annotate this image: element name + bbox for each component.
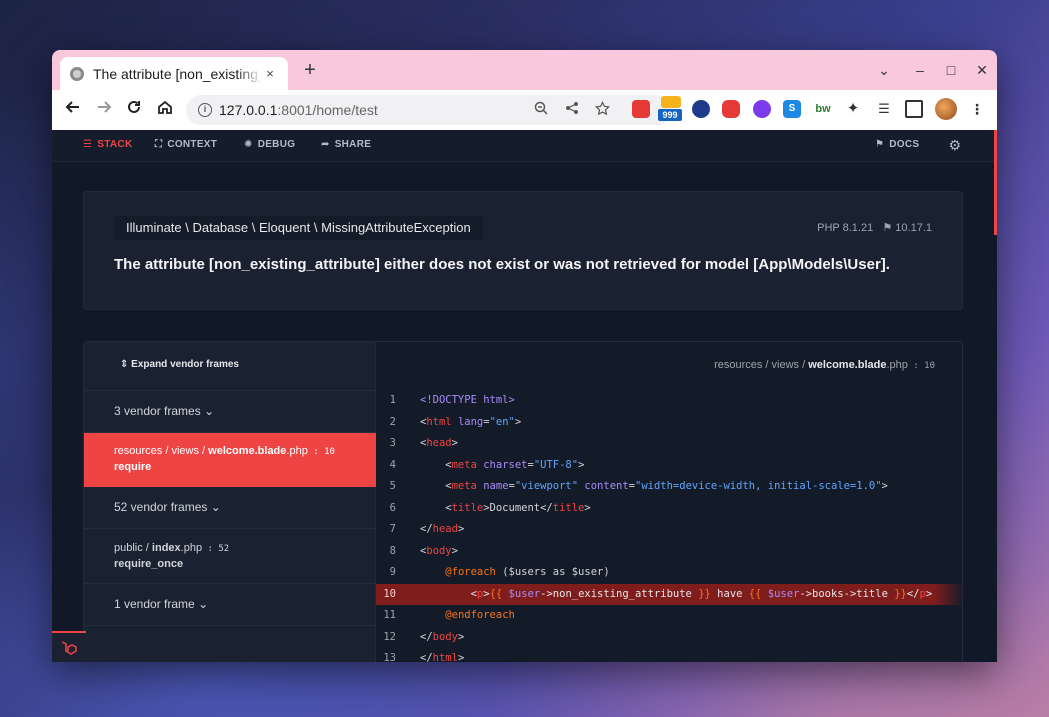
frame-list: ⇕ Expand vendor frames 3 vendor frames ⌄… bbox=[84, 342, 376, 662]
violet-extension-icon[interactable] bbox=[753, 100, 771, 118]
chevron-down-icon: ⌄ bbox=[204, 404, 215, 418]
home-icon[interactable] bbox=[153, 99, 177, 121]
code-line[interactable]: 8 <body> bbox=[376, 541, 962, 563]
highlighted-code-line[interactable]: 10 <p>{{ $user->non_existing_attribute }… bbox=[376, 583, 962, 605]
puzzle-extensions-icon[interactable]: ✦ bbox=[844, 100, 862, 118]
nav-stack[interactable]: ☰ STACK bbox=[83, 139, 132, 150]
bookmark-star-icon[interactable] bbox=[593, 100, 611, 119]
tab-title: The attribute [non_existing_attribute] e… bbox=[93, 65, 262, 82]
tab-search-icon[interactable]: ⌄ bbox=[874, 59, 894, 81]
expand-icon: ⛶ bbox=[155, 139, 163, 150]
tab-strip: The attribute [non_existing_attribute] e… bbox=[52, 50, 997, 90]
code-line[interactable]: 12 </body> bbox=[376, 627, 962, 649]
share-arrow-icon: ➦ bbox=[321, 139, 330, 150]
stack-frame[interactable]: public / index.php : 52 require_once bbox=[84, 529, 376, 584]
active-stack-frame[interactable]: resources / views / welcome.blade.php : … bbox=[84, 433, 376, 487]
reload-icon[interactable] bbox=[122, 99, 146, 121]
chevron-down-icon: ⌄ bbox=[210, 500, 221, 514]
stack-trace: ⇕ Expand vendor frames 3 vendor frames ⌄… bbox=[83, 341, 963, 662]
bw-extension-icon[interactable]: bw bbox=[814, 100, 832, 118]
scrollbar-indicator[interactable] bbox=[994, 130, 997, 235]
laravel-icon: ⚑ bbox=[882, 222, 893, 234]
settings-gear-icon[interactable]: ⚙ bbox=[948, 137, 961, 154]
error-page: ☰ STACK ⛶ CONTEXT ✺ DEBUG ➦ SHARE ⚑ DOCS ⚙ Il… bbox=[52, 130, 997, 662]
s-extension-icon[interactable]: S bbox=[783, 100, 801, 118]
expand-vendor-frames[interactable]: ⇕ Expand vendor frames bbox=[84, 342, 376, 391]
code-line[interactable]: 13 </html> bbox=[376, 648, 962, 662]
back-arrow-icon[interactable] bbox=[61, 99, 85, 121]
browser-tab[interactable]: The attribute [non_existing_attribute] e… bbox=[60, 57, 288, 90]
share-icon[interactable] bbox=[563, 101, 581, 119]
code-file-path[interactable]: resources / views / welcome.blade.php : … bbox=[714, 359, 935, 371]
minimize-icon[interactable]: – bbox=[910, 59, 930, 81]
url-text: 127.0.0.1:8001/home/test bbox=[219, 102, 378, 118]
reading-list-icon[interactable]: ☰ bbox=[875, 100, 893, 118]
globe-icon bbox=[70, 66, 84, 81]
code-line[interactable]: 3 <head> bbox=[376, 433, 962, 455]
vendor-frames-group[interactable]: 3 vendor frames ⌄ bbox=[84, 391, 376, 433]
laravel-logo-icon[interactable] bbox=[52, 631, 86, 662]
browser-toolbar: i 127.0.0.1:8001/home/test 999 S bw ✦ ☰ … bbox=[52, 90, 997, 130]
code-line[interactable]: 7 </head> bbox=[376, 519, 962, 541]
extension-badge: 999 bbox=[658, 109, 682, 121]
code-line[interactable]: 1 <!DOCTYPE html> bbox=[376, 390, 962, 412]
nav-docs[interactable]: ⚑ DOCS bbox=[875, 139, 919, 150]
book-extension-icon[interactable] bbox=[632, 100, 650, 118]
close-window-icon[interactable]: ✕ bbox=[972, 59, 992, 81]
ublock-extension-icon[interactable] bbox=[722, 100, 740, 118]
address-bar[interactable]: i 127.0.0.1:8001/home/test bbox=[186, 95, 672, 125]
code-line[interactable]: 4 <meta charset="UTF-8"> bbox=[376, 455, 962, 477]
bug-icon: ✺ bbox=[244, 139, 253, 150]
code-snippet: resources / views / welcome.blade.php : … bbox=[376, 342, 962, 662]
menu-kebab-icon[interactable]: ⋮ bbox=[968, 100, 986, 118]
exception-class: Illuminate \ Database \ Eloquent \ Missi… bbox=[114, 216, 483, 240]
rss-extension-icon[interactable] bbox=[661, 96, 681, 108]
list-icon: ☰ bbox=[83, 139, 93, 150]
version-info: PHP 8.1.21 ⚑ 10.17.1 bbox=[817, 222, 932, 234]
forward-arrow-icon[interactable] bbox=[92, 99, 116, 121]
chevron-down-icon: ⌄ bbox=[198, 597, 209, 611]
zoom-out-icon[interactable] bbox=[532, 101, 550, 119]
vendor-frames-group[interactable]: 1 vendor frame ⌄ bbox=[84, 584, 376, 626]
new-tab-button[interactable]: + bbox=[299, 59, 321, 81]
exception-message: The attribute [non_existing_attribute] e… bbox=[114, 256, 890, 273]
close-tab-icon[interactable]: × bbox=[262, 66, 278, 81]
side-panel-icon[interactable] bbox=[905, 100, 923, 118]
nav-context[interactable]: ⛶ CONTEXT bbox=[155, 139, 217, 150]
code-line[interactable]: 5 <meta name="viewport" content="width=d… bbox=[376, 476, 962, 498]
code-line[interactable]: 2 <html lang="en"> bbox=[376, 412, 962, 434]
site-info-icon[interactable]: i bbox=[198, 103, 212, 117]
vendor-frames-group[interactable]: 52 vendor frames ⌄ bbox=[84, 487, 376, 529]
laravel-icon: ⚑ bbox=[875, 139, 885, 150]
exception-panel: Illuminate \ Database \ Eloquent \ Missi… bbox=[83, 191, 963, 310]
code-line[interactable]: 6 <title>Document</title> bbox=[376, 498, 962, 520]
nav-debug[interactable]: ✺ DEBUG bbox=[244, 139, 295, 150]
code-lines: 1 <!DOCTYPE html> 2 <html lang="en"> 3 <hea… bbox=[376, 390, 962, 662]
nav-share[interactable]: ➦ SHARE bbox=[321, 139, 371, 150]
maximize-icon[interactable]: □ bbox=[941, 59, 961, 81]
chevron-updown-icon: ⇕ bbox=[120, 359, 129, 370]
top-navigation: ☰ STACK ⛶ CONTEXT ✺ DEBUG ➦ SHARE ⚑ DOCS ⚙ bbox=[52, 130, 997, 162]
profile-avatar[interactable] bbox=[935, 98, 957, 120]
browser-window: The attribute [non_existing_attribute] e… bbox=[52, 50, 997, 662]
circle-extension-icon[interactable] bbox=[692, 100, 710, 118]
code-line[interactable]: 9 @foreach ($users as $user) bbox=[376, 562, 962, 584]
code-line[interactable]: 11 @endforeach bbox=[376, 605, 962, 627]
